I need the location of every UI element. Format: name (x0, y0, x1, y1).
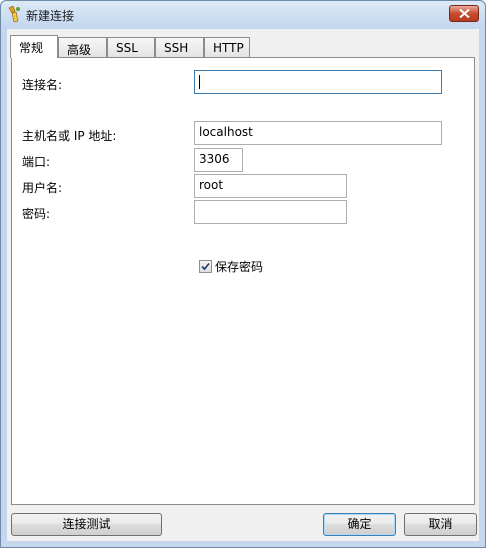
port-label: 端口: (22, 155, 51, 169)
username-label: 用户名: (22, 181, 63, 195)
connection-name-input[interactable] (194, 70, 442, 94)
tab-ssh[interactable]: SSH (155, 37, 204, 57)
tab-general[interactable]: 常规 (10, 35, 58, 58)
tab-label: HTTP (213, 41, 244, 55)
ok-button[interactable]: 确定 (323, 513, 396, 536)
save-password-checkbox[interactable] (199, 260, 212, 273)
close-icon (459, 9, 470, 18)
username-input[interactable]: root (194, 174, 347, 198)
title-bar[interactable]: 新建连接 (1, 1, 485, 29)
tab-http[interactable]: HTTP (204, 37, 250, 57)
password-label: 密码: (22, 207, 51, 221)
close-button[interactable] (449, 5, 479, 22)
tab-label: 高级 (67, 43, 92, 57)
tab-ssl[interactable]: SSL (107, 37, 155, 57)
connection-name-label: 连接名: (22, 78, 63, 92)
test-connection-button[interactable]: 连接测试 (11, 513, 162, 536)
checkmark-icon (201, 262, 210, 271)
text-caret (199, 75, 200, 89)
tab-label: SSL (116, 41, 138, 55)
tab-label: 常规 (19, 41, 44, 55)
app-icon (7, 5, 21, 23)
host-label: 主机名或 IP 地址: (22, 129, 117, 143)
dialog-client: 常规 高级 SSL SSH HTTP 连接名: 主机名或 IP 地址: loca… (7, 29, 479, 541)
save-password-label: 保存密码 (215, 260, 264, 274)
host-input[interactable]: localhost (194, 121, 442, 145)
tab-panel-general: 连接名: 主机名或 IP 地址: localhost 端口: 3306 用户名:… (11, 57, 475, 505)
port-input[interactable]: 3306 (194, 148, 243, 172)
tab-label: SSH (164, 41, 189, 55)
cancel-button[interactable]: 取消 (404, 513, 477, 536)
window-title: 新建连接 (26, 9, 75, 23)
password-input[interactable] (194, 200, 347, 224)
tab-advanced[interactable]: 高级 (58, 37, 107, 57)
dialog-window: 新建连接 常规 高级 SSL SSH HTTP 连接名: 主机名或 IP 地址:… (0, 0, 486, 548)
